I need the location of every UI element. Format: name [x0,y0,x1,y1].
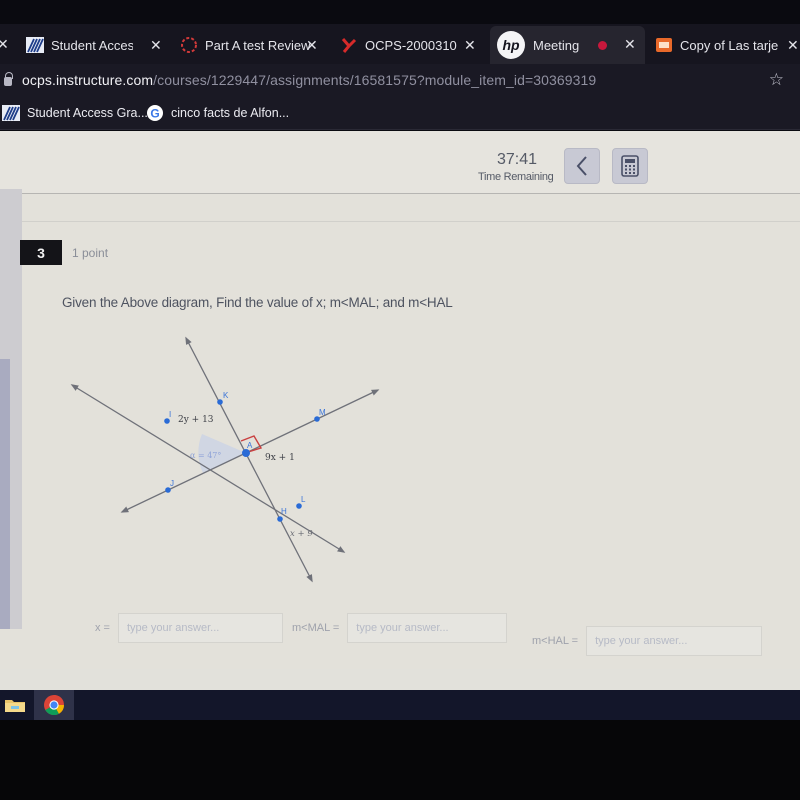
bookmark-label: cinco facts de Alfon... [171,106,290,120]
loading-ring-icon [180,36,198,54]
tab-meeting[interactable]: hp Meeting ✕ [490,26,645,64]
slides-icon [655,36,673,54]
hp-logo-icon: hp [496,30,526,60]
monitor-bezel [0,720,800,800]
label-A: A [247,441,253,450]
point-L [296,503,302,509]
close-tab-icon[interactable]: ✕ [464,37,476,54]
google-icon: G [146,104,164,122]
tab-label: OCPS-2000310 [365,37,457,53]
answer-x-input[interactable] [117,613,283,643]
previous-tab-close-icon[interactable]: ✕ [0,36,9,53]
url-host: ocps.instructure.com [22,72,154,88]
line-IL [70,384,346,553]
quiz-page: 37:41 Time Remaining 3 1 point Given the… [0,131,800,691]
svg-text:G: G [150,107,159,121]
label-H: H [281,507,287,516]
angle-label-alpha: α = 47° [190,451,221,460]
student-access-icon [26,36,44,54]
section-divider [0,221,800,222]
point-I [164,418,170,424]
student-access-icon [2,104,20,122]
point-A [242,449,250,457]
close-tab-icon[interactable]: ✕ [624,36,636,53]
label-I: I [169,410,171,419]
close-tab-icon[interactable]: ✕ [306,37,318,54]
timer-value: 37:41 [497,151,538,168]
browser-tab-bar: ✕ Student Access S ✕ Part A test Review … [0,24,800,64]
point-K [217,399,223,405]
address-bar[interactable]: ocps.instructure.com/courses/1229447/ass… [0,64,800,98]
point-H [277,516,283,522]
angle-label-2y-13: 2y + 13 [178,415,214,425]
taskbar-file-explorer[interactable] [0,690,30,720]
calculator-icon [621,155,639,177]
bookmark-star-icon[interactable]: ☆ [769,70,784,90]
point-M [314,416,320,422]
ocps-icon [340,36,358,54]
question-text: Given the Above diagram, Find the value … [62,295,453,310]
chevron-left-icon [576,156,587,176]
answer-x-row: x = [95,613,283,643]
bookmark-student-access[interactable]: Student Access Gra... [2,104,148,122]
angle-label-9x-1: 9x + 1 [265,453,295,463]
close-tab-icon[interactable]: ✕ [787,37,799,54]
point-J [165,487,171,493]
page-footer [0,669,800,691]
label-J: J [170,479,174,488]
tab-copy-of-las-tarjetas[interactable]: Copy of Las tarje ✕ [655,32,800,58]
label-K: K [223,391,229,400]
url-text[interactable]: ocps.instructure.com/courses/1229447/ass… [22,72,596,88]
recording-indicator-icon [598,41,607,50]
url-path: /courses/1229447/assignments/16581575?mo… [153,72,597,88]
svg-text:hp: hp [502,37,520,53]
close-tab-icon[interactable]: ✕ [150,37,162,54]
answer-mal-input[interactable] [347,613,508,643]
tab-label: Meeting [533,37,580,53]
chrome-icon [44,694,65,716]
angle-label-x-9: x + 9 [290,529,313,539]
screen: ✕ Student Access S ✕ Part A test Review … [0,0,800,800]
answer-hal-label: m<HAL = [532,635,579,647]
question-nav-sidebar [0,189,22,629]
answer-mal-label: m<MAL = [292,622,340,634]
sidebar-scrollbar[interactable] [0,359,10,629]
question-points: 1 point [72,246,109,260]
label-L: L [301,495,306,504]
tab-label: Copy of Las tarje [680,37,779,53]
folder-icon [5,700,25,712]
bookmark-cinco-facts[interactable]: G cinco facts de Alfon... [146,104,289,122]
bookmark-label: Student Access Gra... [27,106,148,120]
taskbar-chrome[interactable] [34,690,74,720]
answer-hal-input[interactable] [586,626,763,656]
question-number-badge: 3 [20,240,62,265]
answer-mal-row: m<MAL = [292,613,508,643]
lock-icon [4,72,13,86]
tab-student-access[interactable]: Student Access S ✕ [26,32,176,58]
quiz-header: 37:41 Time Remaining [0,131,800,194]
label-M: M [319,408,326,417]
calculator-button[interactable] [612,148,648,184]
tab-part-a-test-review[interactable]: Part A test Review ✕ [180,32,340,58]
collapse-panel-button[interactable] [564,148,600,184]
answer-x-label: x = [95,622,110,634]
geometry-diagram: K I M A J L H 2y + 13 α = 47° 9x + 1 x +… [70,336,380,583]
timer-label: Time Remaining [478,171,554,183]
os-taskbar [0,690,800,720]
answer-hal-row: m<HAL = [532,626,763,656]
tab-ocps[interactable]: OCPS-2000310 ✕ [340,32,490,58]
tab-label: Part A test Review [205,37,311,53]
tab-label: Student Access S [51,37,133,53]
bookmarks-bar: Student Access Gra... G cinco facts de A… [0,98,800,130]
